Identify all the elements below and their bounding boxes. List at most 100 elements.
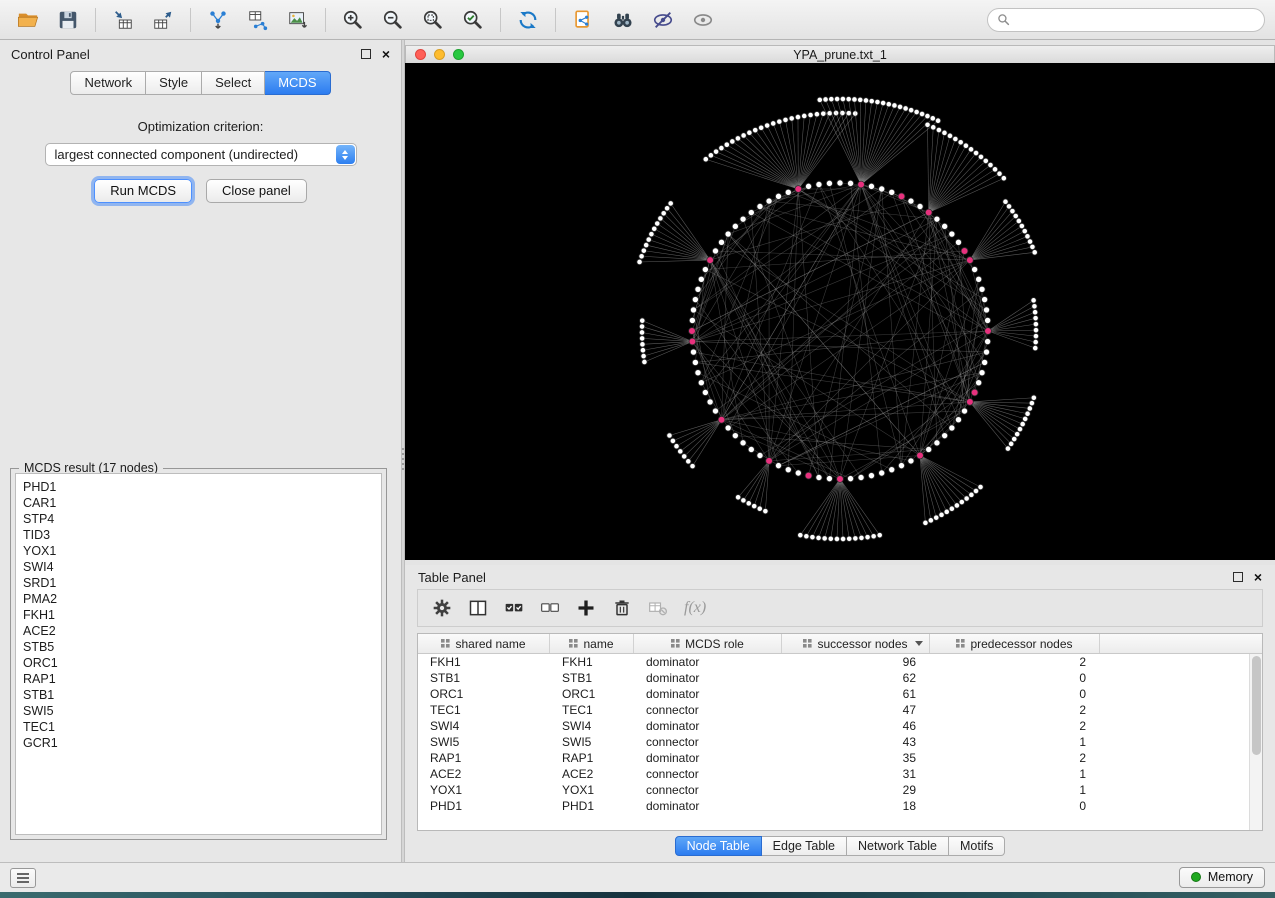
- scrollbar-thumb[interactable]: [1252, 656, 1261, 755]
- mcds-result-item[interactable]: SWI4: [23, 559, 374, 575]
- table-panel: Table Panel ×: [405, 565, 1275, 862]
- table-panel-title: Table Panel: [418, 570, 486, 585]
- table-cell: 18: [782, 799, 930, 813]
- hide-graphics-button[interactable]: [645, 5, 681, 35]
- mcds-result-item[interactable]: ORC1: [23, 655, 374, 671]
- network-title: YPA_prune.txt_1: [406, 48, 1274, 62]
- maximize-window-icon[interactable]: [453, 49, 464, 60]
- show-columns-button[interactable]: [468, 598, 488, 618]
- toolbar-separator: [500, 8, 501, 32]
- minimize-window-icon[interactable]: [434, 49, 445, 60]
- sort-caret-icon[interactable]: [915, 641, 923, 646]
- zoom-fit-button[interactable]: [415, 5, 451, 35]
- select-all-icon: [504, 598, 524, 618]
- table-scrollbar[interactable]: [1249, 654, 1262, 830]
- table-row[interactable]: FKH1FKH1dominator962: [418, 654, 1248, 670]
- export-table-button[interactable]: [145, 5, 181, 35]
- tab-network-table[interactable]: Network Table: [847, 836, 949, 856]
- mcds-result-item[interactable]: ACE2: [23, 623, 374, 639]
- tab-motifs[interactable]: Motifs: [949, 836, 1005, 856]
- float-panel-icon[interactable]: [361, 49, 371, 59]
- tab-node-table[interactable]: Node Table: [675, 836, 762, 856]
- tab-edge-table[interactable]: Edge Table: [762, 836, 847, 856]
- mcds-result-item[interactable]: PHD1: [23, 479, 374, 495]
- table-row[interactable]: PHD1PHD1dominator180: [418, 798, 1248, 814]
- table-row[interactable]: ORC1ORC1dominator610: [418, 686, 1248, 702]
- search-box[interactable]: [987, 8, 1265, 32]
- column-header-shared-name[interactable]: shared name: [418, 634, 550, 653]
- column-header-predecessor-nodes[interactable]: predecessor nodes: [930, 634, 1100, 653]
- select-all-button[interactable]: [504, 598, 524, 618]
- zoom-out-button[interactable]: [375, 5, 411, 35]
- close-window-icon[interactable]: [415, 49, 426, 60]
- memory-button[interactable]: Memory: [1179, 867, 1265, 888]
- add-column-button[interactable]: [576, 598, 596, 618]
- save-session-button[interactable]: [50, 5, 86, 35]
- close-panel-button[interactable]: Close panel: [206, 179, 307, 203]
- run-mcds-button[interactable]: Run MCDS: [94, 179, 192, 203]
- tab-select[interactable]: Select: [202, 71, 265, 95]
- control-panel-title: Control Panel: [11, 47, 90, 62]
- table-cell: FKH1: [418, 655, 550, 669]
- tab-style[interactable]: Style: [146, 71, 202, 95]
- refresh-icon: [517, 9, 539, 31]
- mcds-result-item[interactable]: TID3: [23, 527, 374, 543]
- table-cell: 1: [930, 783, 1100, 797]
- mcds-result-item[interactable]: SRD1: [23, 575, 374, 591]
- column-header-name[interactable]: name: [550, 634, 634, 653]
- table-row[interactable]: SWI5SWI5connector431: [418, 734, 1248, 750]
- main-toolbar: [0, 0, 1275, 40]
- mcds-result-item[interactable]: STB5: [23, 639, 374, 655]
- mcds-result-item[interactable]: STP4: [23, 511, 374, 527]
- delete-column-button[interactable]: [612, 598, 632, 618]
- column-header-MCDS-role[interactable]: MCDS role: [634, 634, 782, 653]
- tab-network[interactable]: Network: [70, 71, 146, 95]
- show-graphics-button[interactable]: [685, 5, 721, 35]
- criterion-dropdown[interactable]: largest connected component (undirected): [45, 143, 357, 166]
- mcds-result-item[interactable]: PMA2: [23, 591, 374, 607]
- import-table-button[interactable]: [105, 5, 141, 35]
- zoom-selected-button[interactable]: [455, 5, 491, 35]
- column-header-label: MCDS role: [685, 637, 744, 651]
- mcds-result-item[interactable]: FKH1: [23, 607, 374, 623]
- refresh-view-button[interactable]: [510, 5, 546, 35]
- table-row[interactable]: RAP1RAP1dominator352: [418, 750, 1248, 766]
- table-row[interactable]: STB1STB1dominator620: [418, 670, 1248, 686]
- network-titlebar[interactable]: YPA_prune.txt_1: [405, 45, 1275, 63]
- mcds-result-item[interactable]: RAP1: [23, 671, 374, 687]
- export-network-button[interactable]: [240, 5, 276, 35]
- column-header-successor-nodes[interactable]: successor nodes: [782, 634, 930, 653]
- search-input[interactable]: [1016, 13, 1255, 27]
- gear-icon: [432, 598, 452, 618]
- close-panel-icon[interactable]: ×: [382, 49, 390, 59]
- open-session-button[interactable]: [10, 5, 46, 35]
- table-row[interactable]: SWI4SWI4dominator462: [418, 718, 1248, 734]
- zoom-in-button[interactable]: [335, 5, 371, 35]
- function-builder-button[interactable]: f(x): [684, 599, 706, 617]
- tab-mcds[interactable]: MCDS: [265, 71, 330, 95]
- clear-table-button[interactable]: [648, 598, 668, 618]
- mcds-result-item[interactable]: TEC1: [23, 719, 374, 735]
- mcds-result-item[interactable]: CAR1: [23, 495, 374, 511]
- mcds-result-item[interactable]: STB1: [23, 687, 374, 703]
- table-row[interactable]: TEC1TEC1connector472: [418, 702, 1248, 718]
- table-row[interactable]: YOX1YOX1connector291: [418, 782, 1248, 798]
- search-network-button[interactable]: [605, 5, 641, 35]
- export-image-icon: [287, 9, 309, 31]
- column-header-label: shared name: [455, 637, 525, 651]
- table-cell: TEC1: [418, 703, 550, 717]
- mcds-result-item[interactable]: SWI5: [23, 703, 374, 719]
- close-table-panel-icon[interactable]: ×: [1254, 572, 1262, 582]
- import-network-button[interactable]: [200, 5, 236, 35]
- export-image-button[interactable]: [280, 5, 316, 35]
- mcds-result-item[interactable]: YOX1: [23, 543, 374, 559]
- float-table-panel-icon[interactable]: [1233, 572, 1243, 582]
- mcds-result-item[interactable]: GCR1: [23, 735, 374, 751]
- table-row[interactable]: ACE2ACE2connector311: [418, 766, 1248, 782]
- network-canvas[interactable]: [405, 63, 1275, 560]
- node-table-body: FKH1FKH1dominator962STB1STB1dominator620…: [418, 654, 1248, 830]
- show-panels-button[interactable]: [10, 868, 36, 888]
- table-settings-button[interactable]: [432, 598, 452, 618]
- share-document-button[interactable]: [565, 5, 601, 35]
- unselect-all-button[interactable]: [540, 598, 560, 618]
